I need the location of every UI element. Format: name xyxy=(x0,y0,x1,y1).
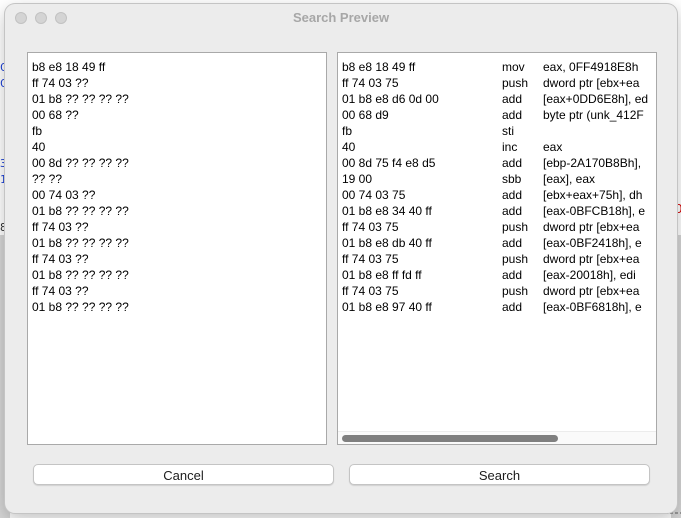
pattern-line: ff 74 03 ?? xyxy=(32,220,89,234)
instruction-operands: eax, 0FF4918E8h xyxy=(543,60,639,74)
instruction-mnemonic: push xyxy=(502,252,529,266)
pattern-line: ff 74 03 ?? xyxy=(32,252,89,266)
pattern-line: 00 68 ?? xyxy=(32,108,79,122)
instruction-mnemonic: push xyxy=(502,220,529,234)
instruction-bytes: ff 74 03 75 xyxy=(342,76,399,90)
instruction-operands: eax xyxy=(543,140,563,154)
instruction-bytes: 19 00 xyxy=(342,172,373,186)
instruction-bytes: b8 e8 18 49 ff xyxy=(342,60,416,74)
pattern-line: 00 8d ?? ?? ?? ?? xyxy=(32,156,129,170)
pattern-line: ff 74 03 ?? xyxy=(32,284,89,298)
search-pattern-pane[interactable]: b8 e8 18 49 ff ff 74 03 ?? 01 b8 ?? ?? ?? … xyxy=(27,52,327,445)
instruction-bytes: 40 xyxy=(342,140,356,154)
pattern-line: 01 b8 ?? ?? ?? ?? xyxy=(32,204,129,218)
instruction-operands: dword ptr [ebx+ea xyxy=(543,220,640,234)
instruction-operands: dword ptr [ebx+ea xyxy=(543,76,640,90)
pattern-line: b8 e8 18 49 ff xyxy=(32,60,106,74)
instruction-mnemonic: inc xyxy=(502,140,518,154)
pattern-line: 01 b8 ?? ?? ?? ?? xyxy=(32,236,129,250)
search-preview-dialog: Search Preview b8 e8 18 49 ff ff 74 03 ??… xyxy=(5,4,677,513)
disassembly-preview-pane[interactable]: b8 e8 18 49 ff mov eax, 0FF4918E8h ff 74 03… xyxy=(337,52,657,445)
instruction-mnemonic: add xyxy=(502,156,523,170)
pattern-line: 40 xyxy=(32,140,46,154)
instruction-bytes: ff 74 03 75 xyxy=(342,220,399,234)
instruction-operands: [ebp-2A170B8Bh], xyxy=(543,156,642,170)
instruction-bytes: 00 68 d9 xyxy=(342,108,389,122)
instruction-mnemonic: add xyxy=(502,188,523,202)
instruction-operands: [eax], eax xyxy=(543,172,596,186)
instruction-operands: [eax-0BF2418h], e xyxy=(543,236,642,250)
instruction-operands: [eax-20018h], edi xyxy=(543,268,636,282)
instruction-operands: byte ptr (unk_412F xyxy=(543,108,644,122)
horizontal-scrollbar-thumb[interactable] xyxy=(342,435,558,442)
pattern-line: ?? ?? xyxy=(32,172,63,186)
instruction-operands: [eax+0DD6E8h], ed xyxy=(543,92,649,106)
instruction-mnemonic: add xyxy=(502,92,523,106)
cancel-button[interactable]: Cancel xyxy=(33,464,334,485)
instruction-mnemonic: push xyxy=(502,284,529,298)
instruction-mnemonic: add xyxy=(502,300,523,314)
instruction-mnemonic: add xyxy=(502,236,523,250)
instruction-bytes: 01 b8 e8 34 40 ff xyxy=(342,204,432,218)
pattern-line: ff 74 03 ?? xyxy=(32,76,89,90)
instruction-mnemonic: add xyxy=(502,204,523,218)
instruction-mnemonic: push xyxy=(502,76,529,90)
instruction-mnemonic: add xyxy=(502,108,523,122)
pattern-line: 01 b8 ?? ?? ?? ?? xyxy=(32,92,129,106)
instruction-bytes: ff 74 03 75 xyxy=(342,252,399,266)
pattern-line: 01 b8 ?? ?? ?? ?? xyxy=(32,300,129,314)
instruction-bytes: fb xyxy=(342,124,353,138)
instruction-operands: [eax-0BFCB18h], e xyxy=(543,204,646,218)
instruction-bytes: 00 74 03 75 xyxy=(342,188,406,202)
instruction-operands: [eax-0BF6818h], e xyxy=(543,300,642,314)
instruction-mnemonic: add xyxy=(502,268,523,282)
pattern-line: fb xyxy=(32,124,43,138)
horizontal-scrollbar[interactable] xyxy=(338,431,656,444)
instruction-bytes: 01 b8 e8 db 40 ff xyxy=(342,236,432,250)
search-button[interactable]: Search xyxy=(349,464,650,485)
instruction-operands: dword ptr [ebx+ea xyxy=(543,252,640,266)
instruction-bytes: 01 b8 e8 d6 0d 00 xyxy=(342,92,439,106)
instruction-mnemonic: mov xyxy=(502,60,525,74)
title-bar: Search Preview xyxy=(5,4,677,31)
instruction-operands: [ebx+eax+75h], dh xyxy=(543,188,643,202)
instruction-bytes: ff 74 03 75 xyxy=(342,284,399,298)
instruction-bytes: 01 b8 e8 ff fd ff xyxy=(342,268,422,282)
instruction-bytes: 00 8d 75 f4 e8 d5 xyxy=(342,156,436,170)
pattern-line: 00 74 03 ?? xyxy=(32,188,96,202)
instruction-mnemonic: sbb xyxy=(502,172,522,186)
instruction-bytes: 01 b8 e8 97 40 ff xyxy=(342,300,432,314)
instruction-mnemonic: sti xyxy=(502,124,514,138)
pattern-line: 01 b8 ?? ?? ?? ?? xyxy=(32,268,129,282)
instruction-operands: dword ptr [ebx+ea xyxy=(543,284,640,298)
window-title: Search Preview xyxy=(292,10,390,25)
